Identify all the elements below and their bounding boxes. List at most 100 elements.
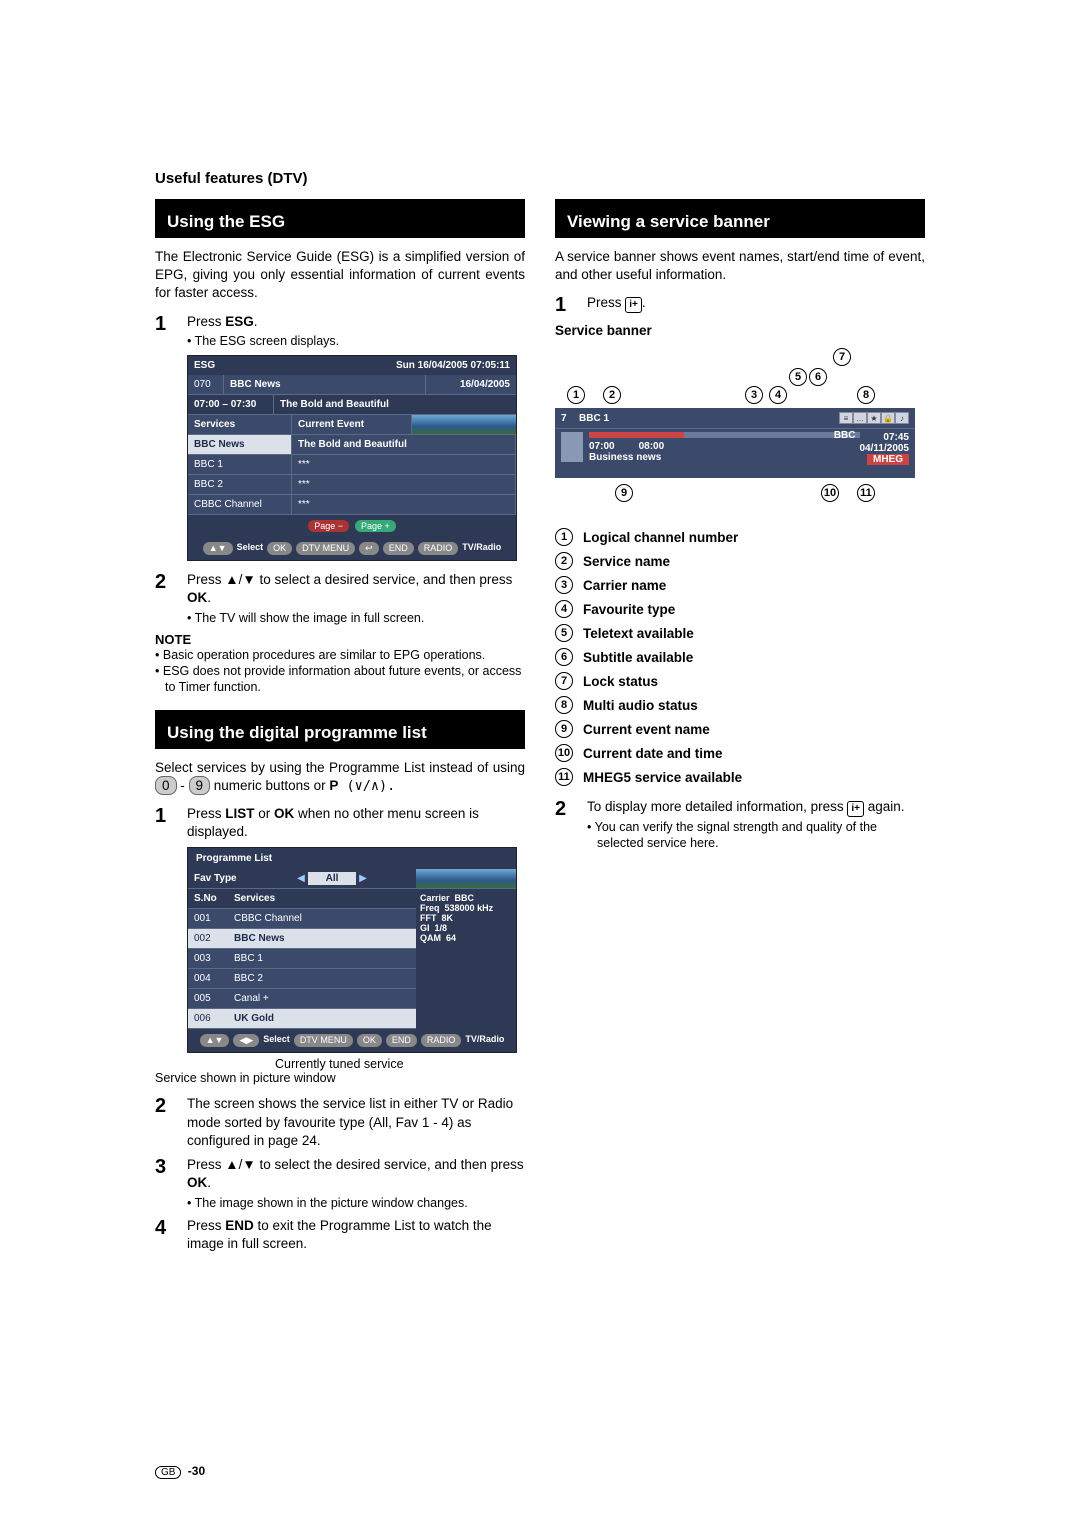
step-number: 2 xyxy=(155,571,173,594)
esg-chno: 070 xyxy=(188,375,224,394)
info-plus-icon: i+ xyxy=(625,297,642,313)
sno: 004 xyxy=(188,969,228,988)
programme-list-screenshot: Programme List Fav Type ◀ All ▶ S.NoServ… xyxy=(187,847,517,1053)
banner-diagram: 5 6 7 1 2 3 4 8 7 BBC 1 ≡ … ★ 🔒 ♪ xyxy=(555,344,915,514)
list-item[interactable]: 005Canal + xyxy=(188,989,416,1009)
btn-dtv[interactable]: DTV MENU xyxy=(296,542,355,555)
service-banner-heading: Service banner xyxy=(555,323,925,338)
sno: 003 xyxy=(188,949,228,968)
v: 538000 kHz xyxy=(445,903,494,913)
nav-icon: ▲▼ xyxy=(203,542,233,555)
col-sno: S.No xyxy=(188,889,228,908)
legend-9: 9Current event name xyxy=(555,720,925,738)
k: Freq xyxy=(420,903,440,913)
callout-11: 11 xyxy=(857,484,875,502)
text: (∨/∧). xyxy=(338,778,395,794)
esg-step-2: 2 Press ▲/▼ to select a desired service,… xyxy=(155,571,525,626)
text: . xyxy=(207,590,211,605)
btn-end[interactable]: END xyxy=(383,542,414,555)
callout-tuned: Currently tuned service xyxy=(275,1057,525,1071)
section-title: Useful features (DTV) xyxy=(155,170,925,187)
callout-6: 6 xyxy=(809,368,827,386)
preview-thumb xyxy=(416,869,516,888)
banner-carrier: BBC xyxy=(834,430,856,441)
svc-row[interactable]: BBC 1 xyxy=(188,455,292,474)
btn-select: Select xyxy=(263,1034,290,1047)
list-item[interactable]: 001CBBC Channel xyxy=(188,909,416,929)
text: Press xyxy=(187,806,225,821)
legend-1: 1Logical channel number xyxy=(555,528,925,546)
left-column: Using the ESG The Electronic Service Gui… xyxy=(155,199,525,1259)
preview-thumb xyxy=(412,415,516,434)
substep: The TV will show the image in full scree… xyxy=(187,610,525,626)
key-0-icon: 0 xyxy=(155,776,177,795)
text: Press ▲/▼ to select the desired service,… xyxy=(187,1157,524,1172)
fav-all[interactable]: All xyxy=(308,872,357,885)
btn-return-icon[interactable]: ↩ xyxy=(359,542,379,555)
note-1: Basic operation procedures are similar t… xyxy=(155,647,525,663)
btn-select: Select xyxy=(237,542,264,555)
callout-8: 8 xyxy=(857,386,875,404)
page-footer: GB -30 xyxy=(155,1464,205,1478)
info-plus-icon: i+ xyxy=(847,801,864,817)
banner-endtime: 07:45 xyxy=(860,432,910,443)
text: To display more detailed information, pr… xyxy=(587,799,847,814)
svc-row[interactable]: BBC News xyxy=(188,435,292,454)
legend-8: 8Multi audio status xyxy=(555,696,925,714)
list-item[interactable]: 002BBC News xyxy=(188,929,416,949)
svc: BBC News xyxy=(228,929,291,948)
substep: You can verify the signal strength and q… xyxy=(587,819,925,852)
text: . xyxy=(254,314,258,329)
step-number: 1 xyxy=(155,313,173,336)
arrow-right-icon[interactable]: ▶ xyxy=(359,873,367,884)
audio-icon: ♪ xyxy=(895,412,909,424)
step-number: 3 xyxy=(155,1156,173,1179)
text: or xyxy=(255,806,275,821)
btn-radio[interactable]: RADIO xyxy=(418,542,459,555)
svc-row[interactable]: BBC 2 xyxy=(188,475,292,494)
ok-key: OK xyxy=(187,1175,207,1190)
prog-step-3: 3 Press ▲/▼ to select the desired servic… xyxy=(155,1156,525,1211)
step-number: 2 xyxy=(555,798,573,821)
esg-step-1: 1 Press ESG. The ESG screen displays. xyxy=(155,313,525,349)
btn-ok[interactable]: OK xyxy=(267,542,292,555)
arrow-left-icon[interactable]: ◀ xyxy=(297,873,305,884)
p-key: P xyxy=(329,778,338,793)
prog-title: Programme List xyxy=(188,848,516,869)
fav-icon: ★ xyxy=(867,412,881,424)
btn-radio[interactable]: RADIO xyxy=(421,1034,462,1047)
page-minus[interactable]: Page − xyxy=(308,520,349,532)
callout-4: 4 xyxy=(769,386,787,404)
nav-icon: ◀▶ xyxy=(233,1034,259,1047)
svc: Canal + xyxy=(228,989,275,1008)
v: 64 xyxy=(446,933,456,943)
page-plus[interactable]: Page + xyxy=(355,520,396,532)
list-item[interactable]: 004BBC 2 xyxy=(188,969,416,989)
svc: BBC 1 xyxy=(228,949,269,968)
svc-row[interactable]: CBBC Channel xyxy=(188,495,292,514)
text: The screen shows the service list in eit… xyxy=(187,1095,525,1150)
col-services: Services xyxy=(228,889,281,908)
callout-7: 7 xyxy=(833,348,851,366)
btn-ok[interactable]: OK xyxy=(357,1034,382,1047)
list-item[interactable]: 006UK Gold xyxy=(188,1009,416,1029)
text: . xyxy=(207,1175,211,1190)
substep: The image shown in the picture window ch… xyxy=(187,1195,525,1211)
nav-icon: ▲▼ xyxy=(200,1034,230,1047)
heading-proglist: Using the digital programme list xyxy=(155,714,525,749)
btn-end[interactable]: END xyxy=(386,1034,417,1047)
v: 8K xyxy=(442,913,454,923)
banner-step-2: 2 To display more detailed information, … xyxy=(555,798,925,851)
key-9-icon: 9 xyxy=(189,776,211,795)
banner-t2: 08:00 xyxy=(639,441,665,452)
legend-5: 5Teletext available xyxy=(555,624,925,642)
btn-dtv[interactable]: DTV MENU xyxy=(294,1034,353,1047)
text: Press xyxy=(187,314,225,329)
evt-row: *** xyxy=(292,475,516,494)
btn-tvradio: TV/Radio xyxy=(465,1034,504,1047)
list-item[interactable]: 003BBC 1 xyxy=(188,949,416,969)
callout-9: 9 xyxy=(615,484,633,502)
ok-key: OK xyxy=(187,590,207,605)
k: FFT xyxy=(420,913,437,923)
page-number: -30 xyxy=(188,1464,205,1478)
